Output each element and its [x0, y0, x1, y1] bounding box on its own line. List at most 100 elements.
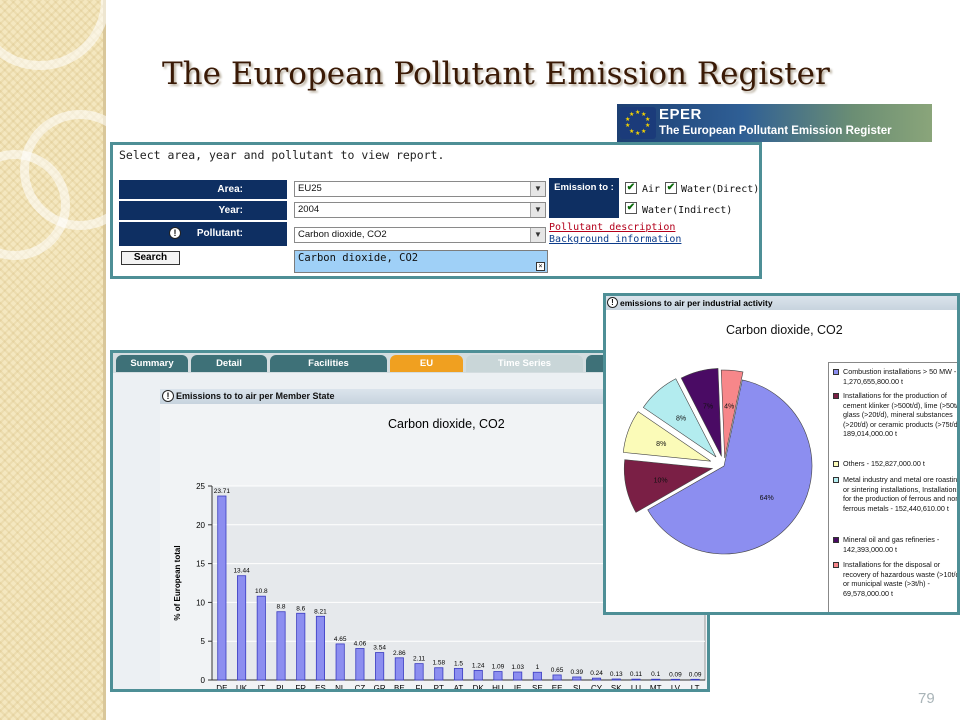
slide-title: The European Pollutant Emission Register [162, 56, 830, 92]
year-label: Year: [119, 201, 287, 220]
banner-subtitle: The European Pollutant Emission Register [659, 125, 892, 137]
pie-title: Carbon dioxide, CO2 [726, 323, 843, 337]
y-tick-label: 5 [201, 637, 206, 646]
pie-header: ! emissions to air per industrial activi… [606, 296, 957, 310]
close-icon[interactable]: × [536, 262, 545, 271]
pollutant-description-link[interactable]: Pollutant description [549, 222, 675, 233]
svg-text:★: ★ [629, 111, 634, 118]
pie-slice-label: 8% [676, 415, 686, 422]
pie-chart: 64% 10% 8% 8% 7% 4% [622, 368, 813, 555]
air-checkbox[interactable]: ✔ [625, 182, 637, 194]
bar-FR [296, 612, 306, 681]
x-tick-label: HU [492, 684, 504, 689]
x-tick-label: MT [650, 684, 662, 689]
selection-form-panel: Select area, year and pollutant to view … [110, 142, 762, 279]
svg-text:★: ★ [635, 130, 640, 137]
bar-MT [651, 678, 661, 681]
x-tick-label: EE [552, 684, 563, 689]
x-tick-label: SI [573, 684, 581, 689]
pollutant-select[interactable]: Carbon dioxide, CO2 ▼ [294, 227, 546, 243]
legend-swatch [833, 477, 839, 483]
bar-IT [256, 595, 266, 681]
pollutant-textbox[interactable]: Carbon dioxide, CO2 × [294, 250, 548, 273]
year-select[interactable]: 2004 ▼ [294, 202, 546, 218]
bar-value-label: 3.54 [373, 645, 386, 652]
bar-NL [335, 643, 345, 681]
legend-item: Installations for the disposal or recove… [833, 560, 960, 598]
eper-logo-banner: ★ ★ ★ ★ ★ ★ ★ ★ ★ ★ EPER The European Pollutant… [617, 104, 932, 142]
svg-text:★: ★ [635, 109, 640, 116]
legend-swatch [833, 562, 839, 568]
bar-IE [513, 671, 523, 681]
legend-label: Installations for the disposal or recove… [843, 560, 960, 598]
tab-summary[interactable]: Summary [116, 355, 188, 372]
warning-icon: ! [162, 390, 174, 402]
bar-value-label: 0.09 [689, 671, 702, 678]
bar-value-label: 4.06 [354, 640, 367, 647]
bar-AT [453, 667, 464, 681]
pie-slice-label: 4% [724, 403, 734, 410]
tab-facilities[interactable]: Facilities [270, 355, 387, 372]
x-tick-label: DE [216, 684, 227, 689]
pie-slice-label: 8% [656, 441, 666, 448]
legend-swatch [833, 393, 839, 399]
bar-value-label: 0.13 [610, 671, 623, 678]
bar-CY [591, 677, 602, 681]
air-checkbox-label: Air [642, 184, 661, 195]
background-information-link[interactable]: Background information [549, 234, 681, 245]
bar-UK [237, 575, 247, 681]
bar-GR [375, 652, 385, 681]
chevron-down-icon[interactable]: ▼ [530, 182, 545, 196]
year-select-value: 2004 [298, 204, 320, 215]
form-instructions: Select area, year and pollutant to view … [119, 148, 445, 162]
pollutant-label-box: ! Pollutant: [119, 222, 287, 246]
pollutant-select-value: Carbon dioxide, CO2 [298, 229, 387, 240]
bar-LV [670, 678, 680, 681]
bar-FI [414, 663, 424, 681]
bar-value-label: 0.65 [551, 667, 564, 674]
tab-time-series[interactable]: Time Series [466, 355, 583, 372]
svg-text:★: ★ [641, 128, 646, 135]
bar-SK [611, 678, 621, 681]
chevron-down-icon[interactable]: ▼ [530, 203, 545, 217]
bar-DK [473, 669, 483, 681]
bar-value-label: 1.5 [454, 660, 463, 667]
legend-item: Others - 152,827,000.00 t [833, 459, 957, 469]
chart-title: Carbon dioxide, CO2 [388, 417, 505, 431]
bar-DE [217, 495, 227, 681]
water-indirect-checkbox[interactable]: ✔ [625, 202, 637, 214]
legend-label: Combustion installations > 50 MW - 1,270… [843, 367, 957, 386]
x-tick-label: IE [514, 684, 522, 689]
x-tick-label: IT [258, 684, 265, 689]
area-select[interactable]: EU25 ▼ [294, 181, 546, 197]
bar-SE [532, 671, 542, 681]
tab-eu[interactable]: EU [390, 355, 463, 372]
bar-value-label: 2.11 [413, 656, 426, 663]
legend-label: Installations for the production of ceme… [843, 391, 960, 439]
x-tick-label: FI [416, 684, 423, 689]
pie-chart-panel: ! emissions to air per industrial activi… [603, 293, 960, 615]
bar-LU [631, 678, 641, 681]
area-label: Area: [119, 180, 287, 199]
pollutant-label: Pollutant: [196, 228, 243, 239]
bar-SI [572, 676, 582, 681]
bar-value-label: 1.24 [472, 662, 485, 669]
legend-label: Metal industry and metal ore roasting or… [843, 475, 960, 513]
tab-detail[interactable]: Detail [191, 355, 267, 372]
bar-value-label: 1.58 [432, 660, 445, 667]
chevron-down-icon[interactable]: ▼ [530, 228, 545, 242]
x-tick-label: PT [434, 684, 444, 689]
x-tick-label: DK [473, 684, 485, 689]
bar-value-label: 10.8 [255, 588, 268, 595]
eu-stars-icon: ★ ★ ★ ★ ★ ★ ★ ★ ★ ★ [620, 107, 656, 139]
search-button[interactable]: Search [121, 251, 180, 265]
y-tick-label: 25 [196, 482, 205, 491]
bar-value-label: 0.24 [590, 670, 603, 677]
pie-slice-label: 7% [703, 403, 713, 410]
decorative-sidebar [0, 0, 140, 720]
legend-swatch [833, 537, 839, 543]
legend-item: Metal industry and metal ore roasting or… [833, 475, 960, 513]
bar-value-label: 8.8 [276, 604, 285, 611]
pollutant-textbox-value: Carbon dioxide, CO2 [298, 252, 419, 264]
water-direct-checkbox[interactable]: ✔ [665, 182, 677, 194]
